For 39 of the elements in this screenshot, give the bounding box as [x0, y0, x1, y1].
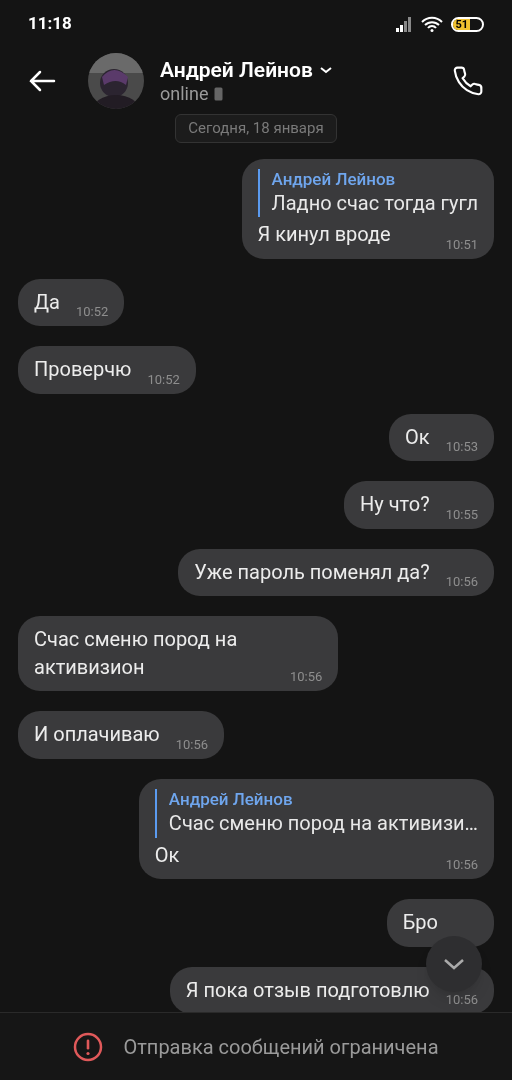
- message-time: 10:56: [444, 993, 478, 1006]
- phone-icon: [214, 87, 224, 102]
- reply-text: Ладно счас тогда гугл: [271, 189, 478, 217]
- message-text: Ок: [154, 841, 180, 869]
- restriction-notice: Отправка сообщений ограничена: [123, 1033, 439, 1061]
- message-time: 10:56: [289, 670, 323, 684]
- phone-call-icon: [452, 65, 484, 97]
- signal-icon: [395, 16, 413, 32]
- chevron-down-icon: [442, 957, 466, 971]
- message-time: 10:55: [444, 507, 478, 521]
- message-time: 10:53: [444, 440, 478, 454]
- clock: 11:18: [28, 12, 72, 36]
- date-chip: Сегодня, 18 января: [175, 114, 337, 143]
- reply-author: Андрей Лейнов: [168, 788, 294, 810]
- message-text: Проверчю: [34, 356, 132, 384]
- message-text: Счас сменю пород на активизион: [34, 626, 239, 681]
- battery-indicator: 51: [451, 16, 484, 32]
- contact-status: online: [160, 82, 209, 106]
- warning-icon: [73, 1031, 104, 1062]
- message-time: 10:52: [146, 372, 180, 386]
- message-text: Я кинул вроде: [257, 221, 391, 249]
- message-text: Бро: [402, 909, 438, 936]
- back-arrow-icon: [28, 69, 56, 93]
- message-time: 10:56: [444, 575, 478, 589]
- message-text: Я пока отзыв подготовлю: [185, 976, 430, 1004]
- message-text: Ок: [405, 423, 430, 451]
- message-text: Да: [34, 288, 60, 316]
- reply-text: Счас сменю пород на активизи…: [168, 810, 478, 837]
- message-text: Уже пароль поменял да?: [194, 558, 430, 586]
- message-time: 10:56: [444, 858, 478, 871]
- message-time: 10:52: [74, 305, 109, 319]
- wifi-icon: [421, 16, 443, 32]
- message-text: И оплачиваю: [34, 721, 160, 749]
- message-time: 10:51: [444, 237, 478, 251]
- message-text: Ну что?: [360, 491, 430, 519]
- reply-author: Андрей Лейнов: [271, 168, 397, 190]
- chevron-down-icon: [318, 64, 333, 75]
- message-time: 10:56: [174, 737, 209, 751]
- contact-name[interactable]: Андрей Лейнов: [160, 56, 313, 83]
